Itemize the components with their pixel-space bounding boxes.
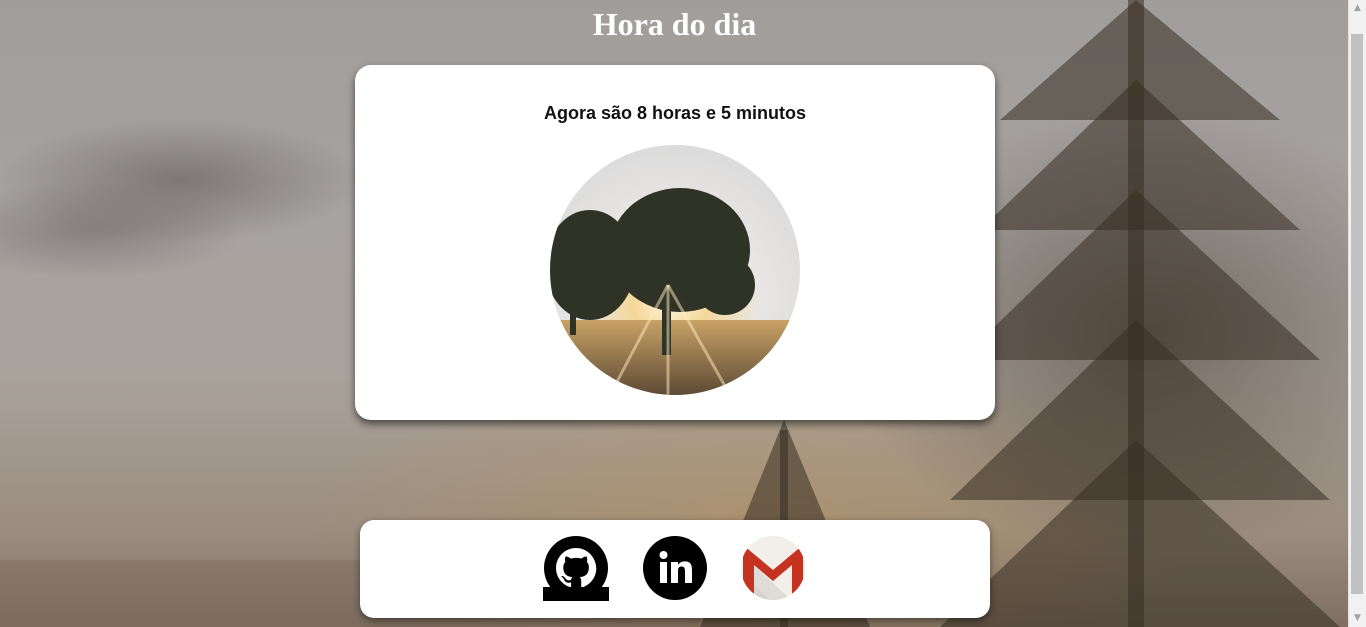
github-icon[interactable] — [543, 535, 609, 601]
scrollbar-thumb[interactable] — [1351, 34, 1363, 594]
time-message: Agora são 8 horas e 5 minutos — [543, 103, 807, 123]
social-links-bar — [360, 520, 990, 618]
scroll-down-icon[interactable]: ▼ — [1349, 610, 1366, 627]
time-card: Agora são 8 horas e 5 minutos — [355, 65, 995, 420]
vertical-scrollbar[interactable]: ▲ ▼ — [1348, 0, 1366, 627]
gmail-icon[interactable] — [740, 535, 806, 601]
sunrise-tree-photo — [550, 145, 800, 395]
linkedin-icon[interactable] — [642, 535, 708, 601]
page-title: Hora do dia — [592, 6, 757, 42]
scroll-up-icon[interactable]: ▲ — [1349, 0, 1366, 17]
